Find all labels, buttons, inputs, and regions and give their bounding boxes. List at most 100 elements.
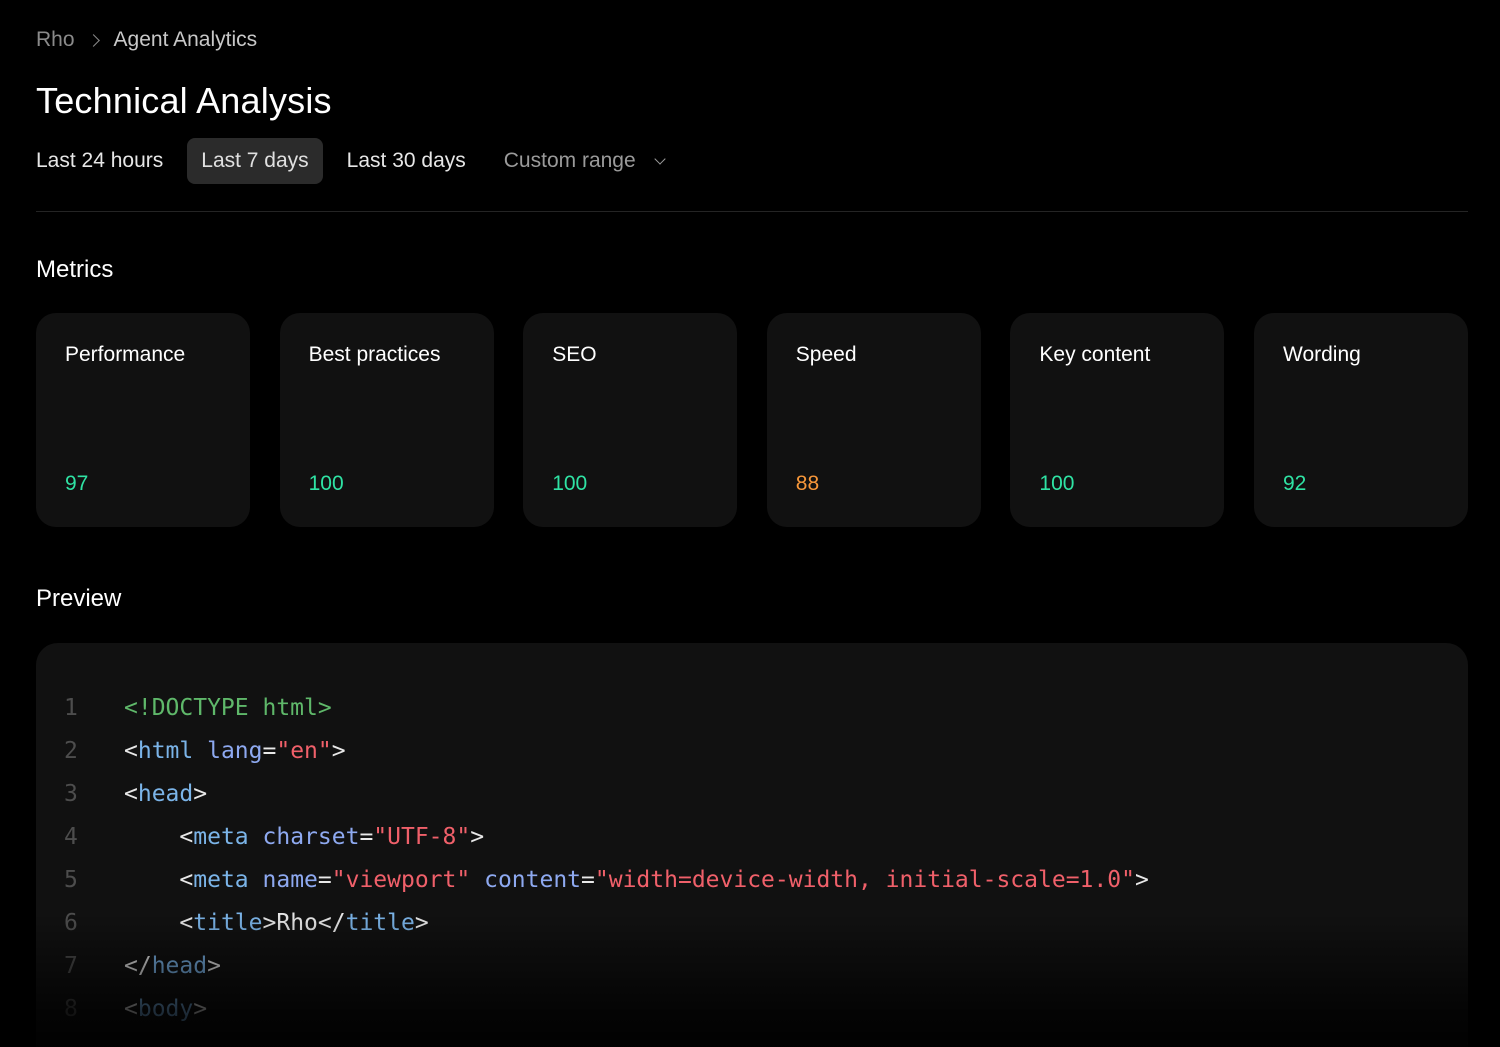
- code-token-punct: =: [262, 738, 277, 764]
- metric-value: 100: [308, 472, 344, 495]
- code-text: </head>: [108, 945, 221, 988]
- metric-value: 88: [795, 472, 820, 495]
- line-number: 3: [64, 781, 78, 807]
- code-token-punct: >: [470, 824, 485, 850]
- breadcrumb: Rho Agent Analytics: [36, 26, 257, 54]
- code-token-punct: <: [124, 781, 138, 807]
- code-token-attr: lang: [207, 738, 263, 764]
- range-tab-last-7-days[interactable]: Last 7 days: [187, 138, 323, 184]
- range-tab-last-30-days[interactable]: Last 30 days: [333, 138, 480, 184]
- code-token-punct: </: [124, 953, 152, 979]
- header-divider: [36, 211, 1468, 212]
- code-text: <title>Rho</title>: [108, 902, 429, 945]
- code-token-punct: </: [317, 910, 346, 936]
- metric-label: Performance: [65, 343, 186, 366]
- breadcrumb-root-link[interactable]: Rho: [36, 28, 75, 52]
- code-token-punct: >: [1134, 867, 1149, 893]
- metric-label: SEO: [552, 343, 597, 366]
- code-text: <meta name="viewport" content="width=dev…: [108, 859, 1149, 902]
- metric-value: 100: [552, 472, 588, 495]
- chevron-right-icon: [86, 33, 100, 47]
- code-token-punct: >: [207, 953, 221, 979]
- chevron-down-icon: [654, 152, 666, 165]
- line-number: 4: [64, 824, 78, 850]
- line-number: 2: [64, 738, 78, 764]
- code-token-tag: head: [137, 781, 194, 807]
- code-line: 4 <meta charset="UTF-8">: [36, 816, 1149, 859]
- code-token-punct: <: [124, 867, 194, 893]
- code-text: <body>: [108, 988, 207, 1031]
- preview-section-title: Preview: [36, 585, 122, 612]
- code-preview[interactable]: 1 <!DOCTYPE html> 2 <html lang="en"> 3 <head>…: [36, 643, 1468, 1047]
- code-token-punct: >: [193, 781, 208, 807]
- code-line: 1 <!DOCTYPE html>: [36, 687, 1149, 730]
- line-number: 1: [64, 695, 78, 721]
- code-token-string: "width=device-width, initial-scale=1.0": [594, 867, 1135, 893]
- metric-value: 100: [1039, 472, 1075, 495]
- code-line: 2 <html lang="en">: [36, 730, 1149, 773]
- code-token-punct: <: [124, 738, 138, 764]
- code-line: 6 <title>Rho</title>: [36, 902, 1149, 945]
- code-token-attr: name: [262, 867, 318, 893]
- code-token-punct: =: [317, 867, 332, 893]
- code-token-tag: head: [151, 953, 208, 979]
- code-token-punct: <: [124, 910, 194, 936]
- code-token-attr: content: [484, 867, 582, 893]
- code-block: 1 <!DOCTYPE html> 2 <html lang="en"> 3 <head>…: [36, 687, 1149, 1031]
- code-token-punct: >: [262, 910, 277, 936]
- analytics-page: Rho Agent Analytics Technical Analysis L…: [36, 0, 1468, 1047]
- line-number: 6: [64, 910, 78, 936]
- metrics-section-title: Metrics: [36, 256, 114, 283]
- line-number: 7: [64, 953, 78, 979]
- code-token-punct: >: [193, 996, 208, 1022]
- code-token-punct: <: [124, 824, 194, 850]
- range-tab-label: Custom range: [503, 149, 636, 172]
- code-token-text: Rho: [276, 910, 318, 936]
- code-token-tag: body: [137, 996, 194, 1022]
- code-token-doctype: <!DOCTYPE html>: [124, 695, 332, 721]
- code-token-attr: charset: [262, 824, 360, 850]
- time-range-selector: Last 24 hours Last 7 days Last 30 days C…: [36, 138, 688, 184]
- code-text: <head>: [108, 773, 207, 816]
- metric-card-key-content: Key content 100: [1010, 313, 1225, 527]
- code-line: 7 </head>: [36, 945, 1149, 988]
- metric-card-speed: Speed 88: [766, 313, 981, 527]
- code-token-punct: >: [331, 738, 346, 764]
- code-line: 8 <body>: [36, 988, 1149, 1031]
- code-text: <meta charset="UTF-8">: [108, 816, 484, 859]
- code-text: <html lang="en">: [108, 730, 346, 773]
- code-token-punct: =: [359, 824, 374, 850]
- code-token-tag: title: [345, 910, 415, 936]
- code-token-string: "en": [276, 738, 332, 764]
- code-token-tag: title: [193, 910, 263, 936]
- metric-card-performance: Performance 97: [36, 313, 250, 527]
- range-tab-custom-range-dropdown[interactable]: Custom range: [490, 138, 678, 184]
- code-text: <!DOCTYPE html>: [108, 687, 332, 730]
- metric-value: 97: [65, 472, 89, 495]
- breadcrumb-current: Agent Analytics: [113, 28, 258, 51]
- metric-label: Wording: [1283, 343, 1361, 366]
- metric-card-best-practices: Best practices 100: [279, 313, 494, 527]
- code-token-tag: html: [137, 738, 194, 764]
- code-token-punct: =: [581, 867, 595, 893]
- line-number: 5: [64, 867, 78, 893]
- range-tab-label: Last 7 days: [201, 149, 309, 172]
- metrics-grid: Performance 97 Best practices 100 SEO 10…: [36, 313, 1468, 527]
- page-title: Technical Analysis: [36, 80, 332, 121]
- code-token-tag: meta: [193, 867, 249, 893]
- code-token-punct: >: [414, 910, 429, 936]
- code-line: 5 <meta name="viewport" content="width=d…: [36, 859, 1149, 902]
- code-token-tag: meta: [193, 824, 249, 850]
- code-token-punct: <: [124, 996, 138, 1022]
- range-tab-label: Last 30 days: [346, 149, 466, 172]
- metric-value: 92: [1283, 472, 1307, 495]
- range-tab-last-24-hours[interactable]: Last 24 hours: [36, 138, 177, 184]
- code-token-string: "viewport": [331, 867, 471, 893]
- code-token-string: "UTF-8": [373, 824, 471, 850]
- metric-label: Key content: [1039, 343, 1151, 366]
- range-tab-label: Last 24 hours: [36, 149, 164, 172]
